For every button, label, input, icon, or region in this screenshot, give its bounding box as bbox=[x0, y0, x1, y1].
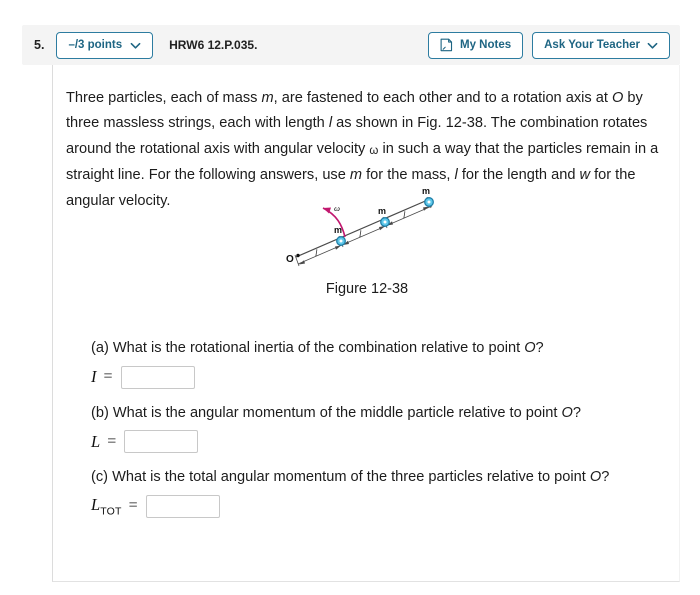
points-dropdown-button[interactable]: –/3 points bbox=[56, 31, 154, 59]
part-b-answer-label: L bbox=[91, 431, 101, 451]
question-number: 5. bbox=[34, 38, 45, 52]
question-header-bar: 5. –/3 points HRW6 12.P.035. My Notes As… bbox=[22, 25, 680, 65]
stem-var-m2: m bbox=[349, 167, 363, 184]
particle-1: m bbox=[334, 225, 346, 246]
length-label-3: l bbox=[403, 210, 406, 220]
points-label: –/3 points bbox=[68, 39, 123, 51]
part-c-answer-input[interactable] bbox=[145, 494, 220, 518]
mass-label-2: m bbox=[378, 206, 386, 216]
part-a-answer-input[interactable] bbox=[120, 365, 195, 389]
ask-your-teacher-label: Ask Your Teacher bbox=[544, 39, 640, 51]
question-page: 5. –/3 points HRW6 12.P.035. My Notes As… bbox=[0, 0, 700, 595]
stem-text-7: for the length and bbox=[457, 167, 580, 184]
part-b-text-2: ? bbox=[572, 404, 581, 421]
part-c-text-1: (c) What is the total angular momentum o… bbox=[91, 469, 590, 485]
note-page-icon bbox=[440, 38, 453, 52]
length-label-1: l bbox=[315, 248, 318, 258]
part-c-answer-row: LTOT = bbox=[91, 494, 671, 518]
figure-12-38-diagram: l l l O ω m m m bbox=[286, 186, 434, 267]
part-a-equals: = bbox=[103, 368, 113, 385]
chevron-down-icon bbox=[130, 40, 141, 51]
part-b-prompt: (b) What is the angular momentum of the … bbox=[91, 401, 671, 427]
part-b-var-o: O bbox=[561, 404, 573, 421]
part-c-answer-subscript: TOT bbox=[100, 505, 122, 518]
chevron-down-icon bbox=[647, 40, 658, 51]
figure-block: l l l O ω m m m Figure 12-38 bbox=[53, 185, 681, 297]
part-c-prompt: (c) What is the total angular momentum o… bbox=[91, 465, 671, 491]
part-b-equals: = bbox=[107, 432, 117, 450]
question-code: HRW6 12.P.035. bbox=[169, 38, 258, 52]
part-c-text-2: ? bbox=[601, 469, 610, 485]
stem-var-w: w bbox=[579, 167, 591, 184]
particle-3: m bbox=[422, 186, 434, 207]
part-c-answer-base: L bbox=[91, 494, 101, 514]
part-a-var-o: O bbox=[524, 340, 536, 356]
part-a-prompt: (a) What is the rotational inertia of th… bbox=[91, 336, 671, 362]
part-b-answer-input[interactable] bbox=[124, 430, 199, 453]
length-label-2: l bbox=[359, 229, 362, 239]
my-notes-label: My Notes bbox=[460, 39, 512, 51]
part-c-equals: = bbox=[128, 497, 138, 514]
origin-point bbox=[296, 253, 300, 258]
answer-parts: (a) What is the rotational inertia of th… bbox=[91, 336, 671, 530]
header-actions: My Notes Ask Your Teacher bbox=[428, 31, 670, 59]
mass-label-1: m bbox=[334, 225, 342, 235]
stem-var-omega: ω bbox=[369, 144, 379, 157]
part-a-text-2: ? bbox=[535, 340, 544, 356]
stem-text-2: , are fastened to each other and to a ro… bbox=[273, 89, 612, 106]
part-a-answer-row: I = bbox=[91, 365, 671, 389]
stem-text-6: for the mass, bbox=[362, 167, 455, 184]
part-a-answer-label: I bbox=[91, 367, 97, 386]
stem-var-m: m bbox=[261, 89, 274, 106]
part-b-text-1: (b) What is the angular momentum of the … bbox=[91, 404, 562, 421]
dimension-baseline bbox=[297, 205, 433, 265]
ask-your-teacher-button[interactable]: Ask Your Teacher bbox=[532, 31, 670, 59]
mass-label-3: m bbox=[422, 186, 430, 196]
stem-var-o: O bbox=[611, 89, 624, 106]
stem-text-1: Three particles, each of mass bbox=[66, 89, 262, 106]
origin-label: O bbox=[286, 254, 294, 265]
part-b-answer-row: L = bbox=[91, 430, 671, 453]
particle-2: m bbox=[378, 206, 390, 227]
omega-label: ω bbox=[334, 203, 340, 213]
part-c-answer-label: LTOT bbox=[91, 495, 122, 517]
part-c-var-o: O bbox=[589, 469, 602, 485]
my-notes-button[interactable]: My Notes bbox=[428, 31, 524, 59]
question-body: Three particles, each of mass m, are fas… bbox=[52, 65, 680, 582]
figure-caption: Figure 12-38 bbox=[325, 281, 409, 297]
part-a-text-1: (a) What is the rotational inertia of th… bbox=[91, 340, 525, 356]
